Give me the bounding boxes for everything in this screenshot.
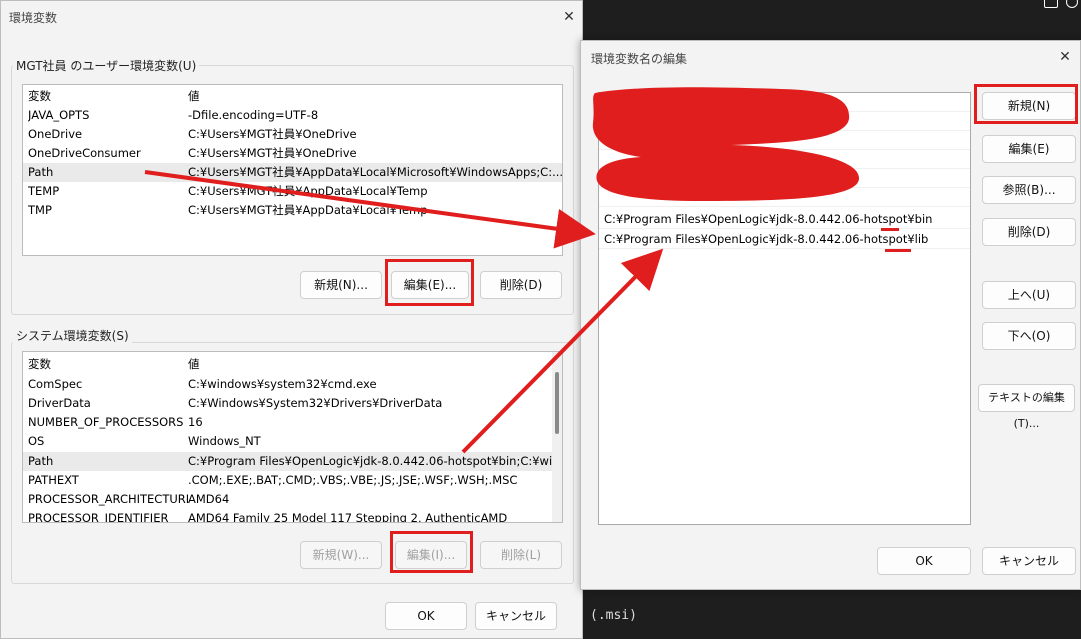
var-name: PATHEXT (28, 473, 79, 487)
close-icon[interactable]: ✕ (559, 7, 579, 27)
path-edit-button[interactable]: 編集(E) (982, 135, 1076, 163)
var-value: C:¥Users¥MGT社員¥AppData¥Local¥Temp (188, 184, 428, 198)
user-delete-button[interactable]: 削除(D) (480, 271, 562, 299)
var-name: ComSpec (28, 377, 83, 391)
path-delete-button[interactable]: 削除(D) (982, 218, 1076, 246)
highlight-box (385, 259, 474, 306)
var-name: JAVA_OPTS (28, 108, 90, 122)
env-variables-dialog: 環境変数 ✕ MGT社員 のユーザー環境変数(U) 変数 値 JAVA_OPTS… (0, 0, 583, 639)
var-name: Path (28, 454, 54, 468)
user-vars-group-label: MGT社員 のユーザー環境変数(U) (13, 57, 200, 74)
path-edit-text-button[interactable]: テキストの編集(T)... (978, 384, 1075, 430)
var-name: OneDrive (28, 127, 83, 141)
column-header-variable[interactable]: 変数 (28, 87, 188, 106)
list-item[interactable]: ComSpec C:¥windows¥system32¥cmd.exe (23, 375, 562, 394)
list-item[interactable]: PROCESSOR_IDENTIFIER AMD64 Family 25 Mod… (23, 509, 562, 523)
list-item[interactable]: TEMP C:¥Users¥MGT社員¥AppData¥Local¥Temp (23, 182, 562, 201)
scrollbar-thumb[interactable] (555, 372, 559, 434)
var-name: NUMBER_OF_PROCESSORS (28, 415, 184, 429)
list-item[interactable]: DriverData C:¥Windows¥System32¥Drivers¥D… (23, 394, 562, 413)
var-value: 16 (188, 415, 203, 429)
path-down-button[interactable]: 下へ(O) (982, 322, 1076, 350)
underline-lib (885, 249, 911, 252)
list-item[interactable]: OS Windows_NT (23, 432, 562, 451)
var-value: C:¥Program Files¥OpenLogic¥jdk-8.0.442.0… (188, 454, 562, 468)
user-icon (1044, 0, 1058, 8)
list-header[interactable]: 変数 値 (23, 87, 562, 106)
env-ok-button[interactable]: OK (385, 602, 467, 630)
highlight-box (390, 531, 473, 573)
underline-bin (881, 228, 899, 231)
var-name: DriverData (28, 396, 91, 410)
list-item[interactable]: NUMBER_OF_PROCESSORS 16 (23, 413, 562, 432)
var-value: -Dfile.encoding=UTF-8 (188, 108, 319, 122)
var-name: Path (28, 165, 54, 179)
list-item[interactable]: OneDrive C:¥Users¥MGT社員¥OneDrive (23, 125, 562, 144)
var-value: C:¥Windows¥System32¥Drivers¥DriverData (188, 396, 443, 410)
var-value: Windows_NT (188, 434, 261, 448)
var-name: PROCESSOR_ARCHITECTURE (28, 492, 188, 506)
column-header-variable[interactable]: 変数 (28, 355, 188, 374)
system-new-button[interactable]: 新規(W)... (300, 541, 382, 569)
column-header-value[interactable]: 値 (188, 87, 562, 106)
var-value: C:¥Users¥MGT社員¥AppData¥Local¥Temp (188, 203, 428, 217)
settings-icon (1066, 0, 1078, 8)
system-delete-button[interactable]: 削除(L) (480, 541, 562, 569)
list-item[interactable]: PATHEXT .COM;.EXE;.BAT;.CMD;.VBS;.VBE;.J… (23, 471, 562, 490)
var-name: OneDriveConsumer (28, 146, 141, 160)
user-vars-list[interactable]: 変数 値 JAVA_OPTS -Dfile.encoding=UTF-8 One… (22, 84, 563, 256)
highlight-box (974, 84, 1078, 124)
list-item-selected[interactable]: Path C:¥Users¥MGT社員¥AppData¥Local¥Micros… (23, 163, 562, 182)
list-header[interactable]: 変数 値 (23, 355, 562, 374)
var-name: TEMP (28, 184, 60, 198)
edit-cancel-button[interactable]: キャンセル (982, 547, 1076, 575)
env-dialog-title: 環境変数 (9, 11, 58, 25)
path-up-button[interactable]: 上へ(U) (982, 281, 1076, 309)
var-name: PROCESSOR_IDENTIFIER (28, 511, 169, 523)
path-browse-button[interactable]: 参照(B)... (982, 176, 1076, 204)
list-item[interactable]: OneDriveConsumer C:¥Users¥MGT社員¥OneDrive (23, 144, 562, 163)
var-value: C:¥Users¥MGT社員¥OneDrive (188, 127, 357, 141)
system-vars-list[interactable]: 変数 値 ComSpec C:¥windows¥system32¥cmd.exe… (22, 351, 563, 523)
var-value: C:¥windows¥system32¥cmd.exe (188, 377, 377, 391)
scrollbar[interactable] (552, 352, 562, 522)
var-name: TMP (28, 203, 52, 217)
user-new-button[interactable]: 新規(N)... (300, 271, 382, 299)
var-value: C:¥Users¥MGT社員¥OneDrive (188, 146, 357, 160)
list-item-selected[interactable]: Path C:¥Program Files¥OpenLogic¥jdk-8.0.… (23, 452, 562, 471)
edit-ok-button[interactable]: OK (877, 547, 971, 575)
var-name: OS (28, 434, 45, 448)
var-value: .COM;.EXE;.BAT;.CMD;.VBS;.VBE;.JS;.JSE;.… (188, 473, 518, 487)
column-header-value[interactable]: 値 (188, 355, 562, 374)
var-value: C:¥Users¥MGT社員¥AppData¥Local¥Microsoft¥W… (188, 165, 562, 179)
env-cancel-button[interactable]: キャンセル (475, 602, 557, 630)
var-value: AMD64 Family 25 Model 117 Stepping 2, Au… (188, 511, 508, 523)
system-vars-group-label: システム環境変数(S) (13, 327, 132, 344)
list-item[interactable]: JAVA_OPTS -Dfile.encoding=UTF-8 (23, 106, 562, 125)
terminal-text: (.msi) (590, 608, 637, 623)
edit-env-variable-dialog: 環境変数名の編集 ✕ C:¥Program Files¥OpenLogic¥jd… (580, 40, 1081, 590)
list-item[interactable]: TMP C:¥Users¥MGT社員¥AppData¥Local¥Temp (23, 201, 562, 220)
list-item[interactable]: PROCESSOR_ARCHITECTURE AMD64 (23, 490, 562, 509)
var-value: AMD64 (188, 492, 230, 506)
